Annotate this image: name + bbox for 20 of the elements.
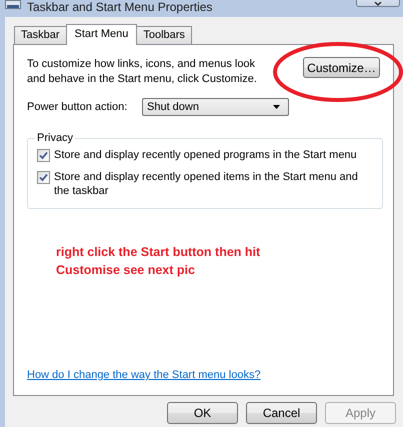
window-icon [5, 0, 21, 9]
checkbox[interactable] [37, 149, 50, 162]
window-title: Taskbar and Start Menu Properties [27, 1, 212, 14]
customize-button[interactable]: Customize… [303, 57, 380, 78]
dialog-button[interactable]: Cancel [246, 402, 317, 424]
checkbox-label: Store and display recently opened items in the Start menu and the taskbar [54, 170, 359, 198]
field-label: Power button action: [27, 101, 128, 113]
dialog-button[interactable]: OK [167, 402, 238, 424]
power-action-dropdown[interactable]: Shut down [142, 98, 289, 116]
tab[interactable]: Toolbars [136, 26, 192, 44]
checkbox-label: Store and display recently opened programs in the Start menu [54, 148, 357, 162]
dropdown-arrow-icon [273, 105, 280, 109]
annotation-text: right click the Start button then hit [56, 244, 260, 261]
annotation-text: Customise see next pic [56, 262, 195, 279]
checkbox[interactable] [37, 171, 50, 184]
instruction-text: To customize how links, icons, and menus look and behave in the Start menu, click Customize. [27, 57, 258, 87]
help-link[interactable]: How do I change the way the Start menu looks? [27, 369, 261, 381]
tab[interactable]: Start Menu [66, 24, 138, 45]
tab[interactable]: Taskbar [14, 26, 67, 44]
group-title: Privacy [36, 132, 74, 144]
